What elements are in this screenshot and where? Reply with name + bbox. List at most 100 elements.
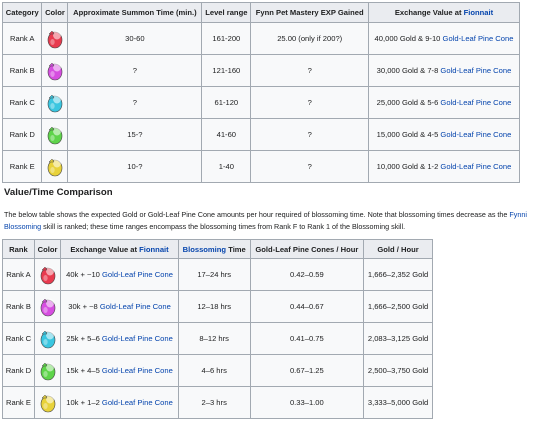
- gold-leaf-pine-cone-link[interactable]: Gold-Leaf Pine Cone: [440, 130, 511, 139]
- gold-leaf-pine-cone-link[interactable]: Gold-Leaf Pine Cone: [440, 162, 511, 171]
- rank-cell: Rank A: [1, 22, 43, 55]
- level-range-cell: 1-40: [201, 150, 252, 183]
- table-row: Rank C? 61-120? 25,000 Gold & 5-6 Gold-Lea…: [1, 86, 520, 119]
- cones-per-hour-cell: 0.41–0.75: [249, 322, 365, 355]
- exchange-value-cell: 10k + 1–2 Gold-Leaf Pine Cone: [60, 386, 179, 419]
- table-row: Rank D 15-? 41-60? 15,000 Gold & 4-5 Gold-L…: [1, 118, 520, 151]
- green-pet-egg-icon: [47, 126, 63, 144]
- header-summon-time: Approximate Summon Time (min.): [67, 2, 203, 23]
- table-row: Rank A 40k + ~10 Gold-Leaf Pine Cone 17–24…: [2, 258, 433, 291]
- summon-rank-table: Category Color Approximate Summon Time (…: [1, 2, 520, 183]
- red-pet-egg-icon: [47, 30, 63, 48]
- summon-time-cell: 10-?: [67, 150, 203, 183]
- header-exchange-value: Exchange Value at Fionnait: [368, 2, 520, 23]
- gold-leaf-pine-cone-link[interactable]: Gold-Leaf Pine Cone: [443, 34, 514, 43]
- blossoming-time-cell: 4–6 hrs: [177, 354, 251, 387]
- gold-per-hour-cell: 1,666–2,500 Gold: [363, 290, 433, 323]
- table-row: Rank B 30k + ~8 Gold-Leaf Pine Cone 12–18 …: [2, 290, 433, 323]
- table-row: Rank B? 121-160? 30,000 Gold & 7-8 Gold-Le…: [1, 54, 520, 87]
- summon-time-cell: 30-60: [67, 22, 203, 55]
- blossoming-time-cell: 8–12 hrs: [177, 322, 251, 355]
- gold-leaf-pine-cone-link[interactable]: Gold-Leaf Pine Cone: [440, 66, 511, 75]
- color-cell: [41, 22, 69, 55]
- rank-cell: Rank D: [1, 118, 43, 151]
- red-pet-egg-icon: [40, 266, 55, 284]
- blossoming-time-cell: 12–18 hrs: [177, 290, 251, 323]
- table-row: Rank C 25k + 5–6 Gold-Leaf Pine Cone 8–12 …: [2, 322, 433, 355]
- color-cell: [41, 86, 69, 119]
- table-row: Rank E 10k + 1–2 Gold-Leaf Pine Cone 2–3 h…: [2, 386, 433, 419]
- header-level-range: Level range: [201, 2, 252, 23]
- rank-cell: Rank A: [2, 258, 35, 291]
- rank-cell: Rank B: [2, 290, 35, 323]
- gold-leaf-pine-cone-link[interactable]: Gold-Leaf Pine Cone: [102, 366, 173, 375]
- exchange-value-cell: 30,000 Gold & 7-8 Gold-Leaf Pine Cone: [368, 54, 520, 87]
- blossoming-link[interactable]: Blossoming: [183, 245, 226, 254]
- summon-time-cell: 15-?: [67, 118, 203, 151]
- fionnait-link[interactable]: Fionnait: [139, 245, 169, 254]
- level-range-cell: 41-60: [201, 118, 252, 151]
- color-cell: [33, 322, 62, 355]
- green-pet-egg-icon: [40, 362, 55, 380]
- header-cones-per-hour: Gold-Leaf Pine Cones / Hour: [249, 239, 365, 259]
- summon-time-cell: ?: [67, 54, 203, 87]
- level-range-cell: 121-160: [201, 54, 252, 87]
- level-range-cell: 161-200: [201, 22, 252, 55]
- value-time-table: Rank Color Exchange Value at Fionnait Bl…: [2, 239, 433, 419]
- gold-per-hour-cell: 1,666–2,352 Gold: [363, 258, 433, 291]
- mastery-exp-cell: ?: [250, 54, 369, 87]
- table-row: Rank A 30-60 161-200 25.00 (only if 200?) 40…: [1, 22, 520, 55]
- mastery-exp-cell: ?: [250, 150, 369, 183]
- mastery-exp-cell: ?: [250, 86, 369, 119]
- rank-cell: Rank E: [2, 386, 35, 419]
- color-cell: [33, 290, 62, 323]
- magenta-pet-egg-icon: [40, 298, 55, 316]
- exchange-value-cell: 15,000 Gold & 4-5 Gold-Leaf Pine Cone: [368, 118, 520, 151]
- summon-time-cell: ?: [67, 86, 203, 119]
- exchange-value-cell: 30k + ~8 Gold-Leaf Pine Cone: [60, 290, 179, 323]
- header-category: Category: [1, 2, 43, 23]
- cones-per-hour-cell: 0.67–1.25: [249, 354, 365, 387]
- fionnait-link[interactable]: Fionnait: [464, 8, 494, 17]
- rank-cell: Rank E: [1, 150, 43, 183]
- header-rank: Rank: [2, 239, 35, 259]
- gold-leaf-pine-cone-link[interactable]: Gold-Leaf Pine Cone: [102, 398, 173, 407]
- gold-per-hour-cell: 2,500–3,750 Gold: [363, 354, 433, 387]
- header-color: Color: [33, 239, 62, 259]
- section-heading: Value/Time Comparison: [4, 187, 113, 198]
- table-header-row: Rank Color Exchange Value at Fionnait Bl…: [2, 239, 433, 259]
- color-cell: [33, 258, 62, 291]
- color-cell: [33, 386, 62, 419]
- rank-cell: Rank C: [2, 322, 35, 355]
- table-row: Rank D 15k + 4–5 Gold-Leaf Pine Cone 4–6 h…: [2, 354, 433, 387]
- rank-cell: Rank C: [1, 86, 43, 119]
- color-cell: [41, 150, 69, 183]
- gold-per-hour-cell: 3,333–5,000 Gold: [363, 386, 433, 419]
- rank-cell: Rank D: [2, 354, 35, 387]
- yellow-pet-egg-icon: [47, 158, 63, 176]
- exchange-value-cell: 15k + 4–5 Gold-Leaf Pine Cone: [60, 354, 179, 387]
- gold-leaf-pine-cone-link[interactable]: Gold-Leaf Pine Cone: [102, 334, 173, 343]
- table-header-row: Category Color Approximate Summon Time (…: [1, 2, 520, 23]
- exchange-value-cell: 25,000 Gold & 5-6 Gold-Leaf Pine Cone: [368, 86, 520, 119]
- header-blossoming-time: Blossoming Time: [177, 239, 251, 259]
- magenta-pet-egg-icon: [47, 62, 63, 80]
- gold-leaf-pine-cone-link[interactable]: Gold-Leaf Pine Cone: [440, 98, 511, 107]
- mastery-exp-cell: ?: [250, 118, 369, 151]
- exchange-value-cell: 10,000 Gold & 1-2 Gold-Leaf Pine Cone: [368, 150, 520, 183]
- header-exchange-value: Exchange Value at Fionnait: [60, 239, 179, 259]
- gold-leaf-pine-cone-link[interactable]: Gold-Leaf Pine Cone: [100, 302, 171, 311]
- cyan-pet-egg-icon: [47, 94, 63, 112]
- exchange-value-cell: 25k + 5–6 Gold-Leaf Pine Cone: [60, 322, 179, 355]
- color-cell: [41, 118, 69, 151]
- exchange-value-cell: 40k + ~10 Gold-Leaf Pine Cone: [60, 258, 179, 291]
- rank-cell: Rank B: [1, 54, 43, 87]
- table-row: Rank E 10-? 1-40? 10,000 Gold & 1-2 Gold-Le…: [1, 150, 520, 183]
- header-mastery-exp: Fynn Pet Mastery EXP Gained: [250, 2, 369, 23]
- gold-leaf-pine-cone-link[interactable]: Gold-Leaf Pine Cone: [102, 270, 173, 279]
- section-description: The below table shows the expected Gold …: [4, 210, 527, 231]
- header-color: Color: [41, 2, 69, 23]
- cones-per-hour-cell: 0.44–0.67: [249, 290, 365, 323]
- cones-per-hour-cell: 0.42–0.59: [249, 258, 365, 291]
- color-cell: [33, 354, 62, 387]
